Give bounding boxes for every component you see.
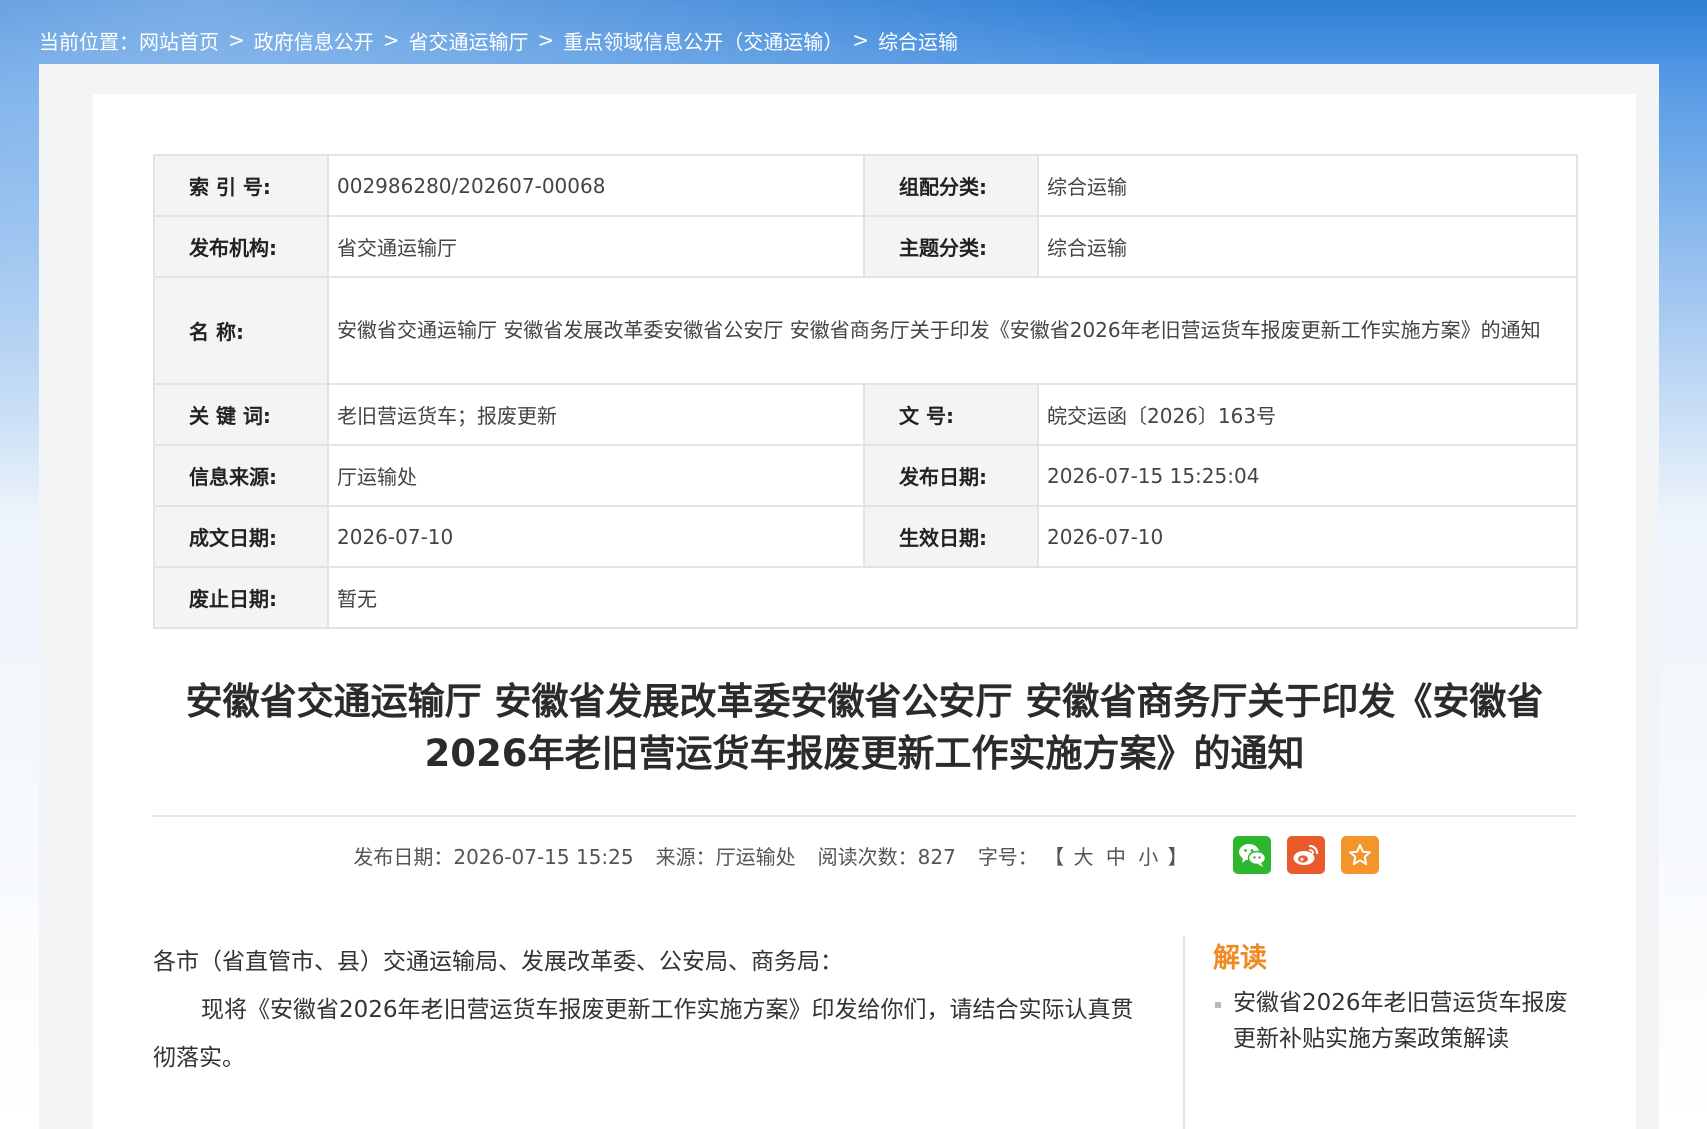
breadcrumb-gov-info-link[interactable]: 政府信息公开 bbox=[254, 26, 374, 55]
category-value: 综合运输 bbox=[1037, 154, 1578, 217]
breadcrumb: 当前位置： 网站首页 > 政府信息公开 > 省交通运输厅 > 重点领域信息公开（… bbox=[39, 20, 958, 60]
breadcrumb-department-link[interactable]: 省交通运输厅 bbox=[409, 26, 529, 55]
breadcrumb-separator: > bbox=[852, 28, 870, 52]
name-label: 名 称: bbox=[153, 276, 329, 385]
category-label: 组配分类: bbox=[863, 154, 1039, 217]
name-value: 安徽省交通运输厅 安徽省发展改革委安徽省公安厅 安徽省商务厅关于印发《安徽省20… bbox=[327, 276, 1578, 385]
metadata-row: 信息来源: 厅运输处 发布日期: 2026-07-15 15:25:04 bbox=[153, 444, 1578, 507]
font-size-bracket-close: 】 bbox=[1167, 844, 1188, 869]
metadata-row: 名 称: 安徽省交通运输厅 安徽省发展改革委安徽省公安厅 安徽省商务厅关于印发《… bbox=[153, 276, 1578, 385]
expiry-date-label: 废止日期: bbox=[153, 566, 329, 629]
effective-date-value: 2026-07-10 bbox=[1037, 505, 1578, 568]
title-divider bbox=[153, 815, 1576, 817]
pub-date-value: 2026-07-15 15:25:04 bbox=[1037, 444, 1578, 507]
article-pub-date: 发布日期：2026-07-15 15:25 bbox=[353, 844, 634, 869]
article-title: 安徽省交通运输厅 安徽省发展改革委安徽省公安厅 安徽省商务厅关于印发《安徽省20… bbox=[185, 680, 1544, 775]
source-value: 厅运输处 bbox=[327, 444, 865, 507]
article-paragraph: 现将《安徽省2026年老旧营运货车报废更新工作实施方案》印发给你们，请结合实际认… bbox=[153, 997, 1134, 1071]
metadata-table: 索 引 号: 002986280/202607-00068 组配分类: 综合运输… bbox=[153, 154, 1578, 629]
interpretation-link[interactable]: 安徽省2026年老旧营运货车报废更新补贴实施方案政策解读 bbox=[1213, 985, 1583, 1057]
metadata-row: 索 引 号: 002986280/202607-00068 组配分类: 综合运输 bbox=[153, 154, 1578, 217]
breadcrumb-current-link[interactable]: 综合运输 bbox=[878, 26, 958, 55]
font-size-label: 字号： bbox=[977, 844, 1038, 869]
favorite-star-icon bbox=[1348, 844, 1371, 865]
keywords-value: 老旧营运货车；报废更新 bbox=[327, 383, 865, 446]
breadcrumb-separator: > bbox=[228, 28, 245, 52]
article-read-count: 阅读次数：827 bbox=[817, 844, 956, 869]
index-no-label: 索 引 号: bbox=[153, 154, 329, 217]
sidebar-divider bbox=[1183, 936, 1185, 1129]
doc-no-label: 文 号: bbox=[863, 383, 1039, 446]
doc-no-value: 皖交运函〔2026〕163号 bbox=[1037, 383, 1578, 446]
keywords-label: 关 键 词: bbox=[153, 383, 329, 446]
metadata-row: 发布机构: 省交通运输厅 主题分类: 综合运输 bbox=[153, 215, 1578, 278]
breadcrumb-separator: > bbox=[537, 28, 555, 52]
share-buttons bbox=[1225, 836, 1387, 874]
index-no-value: 002986280/202607-00068 bbox=[327, 154, 865, 217]
topic-value: 综合运输 bbox=[1037, 215, 1578, 278]
written-date-value: 2026-07-10 bbox=[327, 505, 865, 568]
font-size-bracket-open: 【 bbox=[1044, 844, 1065, 869]
metadata-row: 关 键 词: 老旧营运货车；报废更新 文 号: 皖交运函〔2026〕163号 bbox=[153, 383, 1578, 446]
font-size-medium-button[interactable]: 中 bbox=[1106, 845, 1126, 869]
font-size-control: 字号： 【 大 中 小 】 bbox=[978, 841, 1188, 870]
share-wechat-button[interactable] bbox=[1232, 836, 1271, 874]
effective-date-label: 生效日期: bbox=[863, 505, 1039, 568]
breadcrumb-prefix: 当前位置： bbox=[39, 29, 139, 54]
pub-date-label: 发布日期: bbox=[863, 444, 1039, 507]
article-body: 各市（省直管市、县）交通运输局、发展改革委、公安局、商务局： 现将《安徽省202… bbox=[153, 938, 1153, 1082]
interpretation-sidebar: 解读 安徽省2026年老旧营运货车报废更新补贴实施方案政策解读 bbox=[1213, 936, 1583, 1057]
metadata-row: 成文日期: 2026-07-10 生效日期: 2026-07-10 bbox=[153, 505, 1578, 568]
article-info-bar: 发布日期：2026-07-15 15:25 来源：厅运输处 阅读次数：827 字… bbox=[153, 834, 1576, 876]
breadcrumb-home-link[interactable]: 网站首页 bbox=[139, 26, 219, 55]
written-date-label: 成文日期: bbox=[153, 505, 329, 568]
wechat-icon bbox=[1238, 844, 1266, 867]
share-weibo-button[interactable] bbox=[1286, 836, 1325, 874]
breadcrumb-key-area-link[interactable]: 重点领域信息公开（交通运输） bbox=[563, 26, 843, 55]
interpretation-heading: 解读 bbox=[1213, 943, 1267, 974]
topic-label: 主题分类: bbox=[863, 215, 1039, 278]
article-source: 来源：厅运输处 bbox=[655, 844, 796, 869]
weibo-icon bbox=[1293, 844, 1318, 865]
font-size-large-button[interactable]: 大 bbox=[1074, 845, 1094, 869]
favorite-button[interactable] bbox=[1340, 836, 1379, 874]
publisher-value: 省交通运输厅 bbox=[327, 215, 865, 278]
font-size-small-button[interactable]: 小 bbox=[1138, 845, 1158, 869]
publisher-label: 发布机构: bbox=[153, 215, 329, 278]
article-salutation: 各市（省直管市、县）交通运输局、发展改革委、公安局、商务局： bbox=[153, 949, 843, 975]
interpretation-list: 安徽省2026年老旧营运货车报废更新补贴实施方案政策解读 bbox=[1213, 985, 1583, 1057]
breadcrumb-separator: > bbox=[382, 28, 400, 52]
metadata-row: 废止日期: 暂无 bbox=[153, 566, 1578, 629]
expiry-date-value: 暂无 bbox=[327, 566, 1578, 629]
source-label: 信息来源: bbox=[153, 444, 329, 507]
